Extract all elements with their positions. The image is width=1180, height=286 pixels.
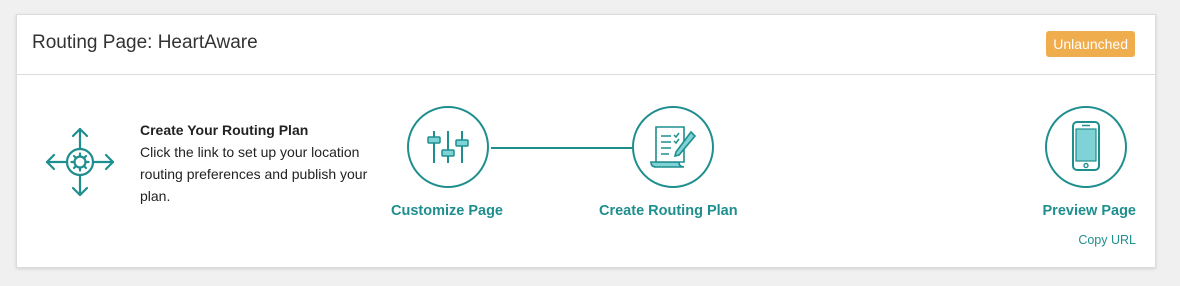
customize-page-link[interactable]: Customize Page: [391, 203, 503, 219]
move-arrows-gear-icon: [45, 127, 115, 197]
intro-heading: Create Your Routing Plan: [140, 122, 309, 138]
intro-text: Create Your Routing Plan Click the link …: [140, 119, 390, 207]
intro-body: Click the link to set up your location r…: [140, 144, 368, 204]
copy-url-link[interactable]: Copy URL: [1078, 233, 1136, 247]
customize-page-step-circle[interactable]: [407, 106, 489, 188]
preview-page-link[interactable]: Preview Page: [1043, 203, 1137, 219]
status-badge: Unlaunched: [1046, 31, 1135, 57]
sliders-icon: [427, 131, 469, 163]
preview-page-step-circle[interactable]: [1045, 106, 1127, 188]
step-connector: [491, 147, 633, 149]
checklist-pen-icon: [650, 126, 697, 168]
routing-page-card: Routing Page: HeartAware Unlaunched Crea…: [16, 14, 1156, 268]
create-routing-plan-link[interactable]: Create Routing Plan: [599, 203, 738, 219]
create-routing-plan-step-circle[interactable]: [632, 106, 714, 188]
card-header: Routing Page: HeartAware Unlaunched: [17, 15, 1155, 75]
mobile-phone-icon: [1072, 121, 1100, 171]
page-title: Routing Page: HeartAware: [32, 32, 258, 53]
